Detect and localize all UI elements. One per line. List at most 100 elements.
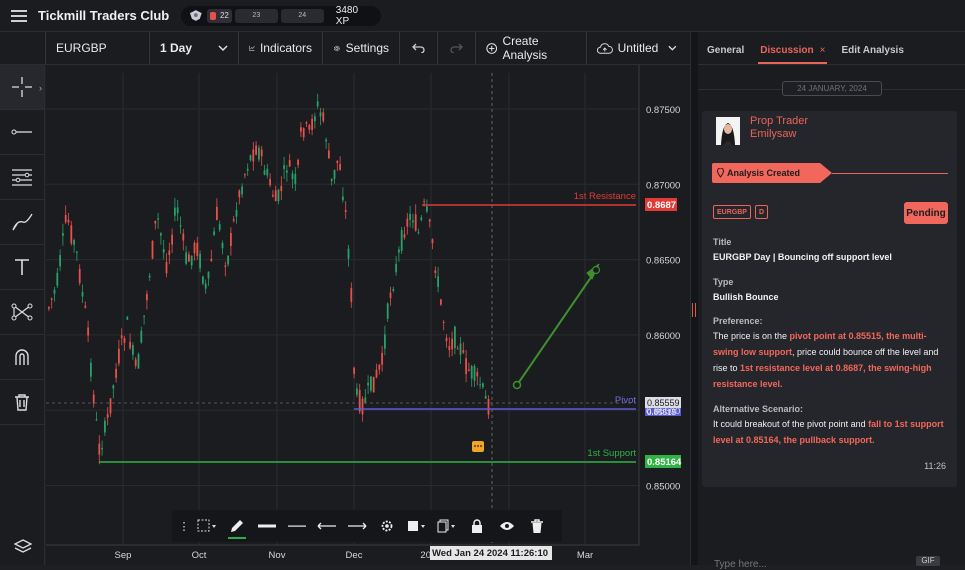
candle-body [392,289,395,291]
splitter-grip[interactable] [692,303,696,317]
candle-body [470,366,473,379]
chart-canvas[interactable]: 1st Resistance Pivot 1st Support MarFeb2… [46,65,690,565]
author-role: Prop Trader [750,115,809,127]
tab-general[interactable]: General [707,45,744,64]
candle-body [123,338,126,343]
trend-line-tool[interactable] [0,110,44,155]
price-tick-label: 0.85000 [646,482,680,493]
delete-drawings-tool[interactable] [0,380,44,425]
delete-drawing-button[interactable] [522,510,552,542]
alt-scenario-label: Alternative Scenario: [713,404,804,414]
brush-tool[interactable] [0,200,44,245]
layers-button[interactable] [0,539,45,555]
chevron-right-icon[interactable]: › [39,83,42,93]
drag-handle-icon[interactable]: ⋮ [176,510,192,542]
price-chart[interactable]: 1st Resistance Pivot 1st Support MarFeb2… [46,65,690,565]
candle-body [459,343,462,355]
layers-icon [13,539,32,553]
fib-levels-icon [12,169,32,186]
price-axis: MarFeb2024DecNovOctSep 0.8687 0.85559 0.… [46,65,682,561]
alt-scenario-text: It could breakout of the pivot point and… [713,416,951,448]
candle-body [249,155,252,161]
layout-dropdown[interactable]: Untitled [587,32,687,64]
create-analysis-button[interactable]: Create Analysis [476,32,587,64]
status-badge: Pending [904,202,948,224]
price-tick-label: 0.86000 [646,331,680,342]
candle-body [347,248,350,259]
type-label: Type [713,277,734,287]
candle-body [106,413,109,418]
analysis-panel: General Discussion × Edit Analysis 24 JAN… [698,32,965,570]
lock-button[interactable] [462,510,492,542]
candle-body [207,271,210,279]
candle-body [171,234,173,245]
candle-body [476,372,479,377]
candle-body [473,366,476,381]
price-tick-label: 0.87000 [646,180,680,191]
fill-style-button[interactable] [402,510,432,542]
candle-body [185,252,187,264]
candle-body [188,254,190,262]
chevron-down-icon [218,45,228,51]
symbol-label: EURGBP [56,41,107,55]
pen-tool-button[interactable] [222,510,252,542]
candle-body [56,272,59,286]
candle-body [179,225,182,227]
toolbar-spacer [0,32,46,64]
candle-body [364,397,367,403]
candle-body [70,225,73,244]
line-start-style-button[interactable] [312,510,342,542]
candle-body [361,398,364,415]
panel-splitter[interactable] [690,32,698,565]
fib-tool[interactable] [0,155,44,200]
visibility-button[interactable] [492,510,522,542]
candle-body [398,249,400,253]
redo-button[interactable] [438,32,476,64]
candle-body [414,214,417,231]
candle-body [126,316,129,320]
lock-icon [472,519,482,533]
text-tool[interactable] [0,245,44,290]
pattern-icon [11,303,33,321]
settings-button[interactable]: Settings [323,32,400,64]
line-tool-icon [11,129,32,135]
timeframe-dropdown[interactable]: 1 Day [150,32,239,64]
line-width-thin-button[interactable] [282,510,312,542]
tab-edit-analysis[interactable]: Edit Analysis [841,45,903,64]
clone-button[interactable] [432,510,462,542]
line-end-style-button[interactable] [342,510,372,542]
magnet-tool[interactable] [0,335,44,380]
crosshair-tool[interactable]: › [0,65,44,110]
pattern-tool[interactable] [0,290,44,335]
candle-body [104,420,106,433]
indicators-icon [249,45,255,51]
candle-body [84,305,87,308]
author[interactable]: Prop Trader Emilysaw [750,115,808,141]
candle-body [294,173,297,184]
symbol-selector[interactable]: EURGBP [46,32,150,64]
close-icon[interactable]: × [820,45,826,56]
candle-body [140,330,143,343]
indicators-button[interactable]: Indicators [239,32,323,64]
candle-body [328,150,330,159]
drawing-settings-button[interactable] [372,510,402,542]
candle-body [330,178,333,182]
undo-button[interactable] [400,32,438,64]
candle-body [417,232,420,234]
thin-line-icon [288,525,306,527]
candle-body [218,224,221,230]
candle-body [190,255,193,266]
line-width-thick-button[interactable] [252,510,282,542]
candle-body [280,185,283,192]
level-next: 23 [234,8,278,23]
select-tool-button[interactable] [192,510,222,542]
candle-body [255,145,257,155]
magnet-icon [15,349,29,365]
time-tick-label: Dec [346,550,363,561]
brush-icon [12,213,33,231]
menu-icon[interactable] [11,9,27,22]
candle-body [90,362,92,377]
candle-body [370,376,372,391]
candle-body [120,335,123,339]
tab-discussion[interactable]: Discussion × [758,45,828,64]
